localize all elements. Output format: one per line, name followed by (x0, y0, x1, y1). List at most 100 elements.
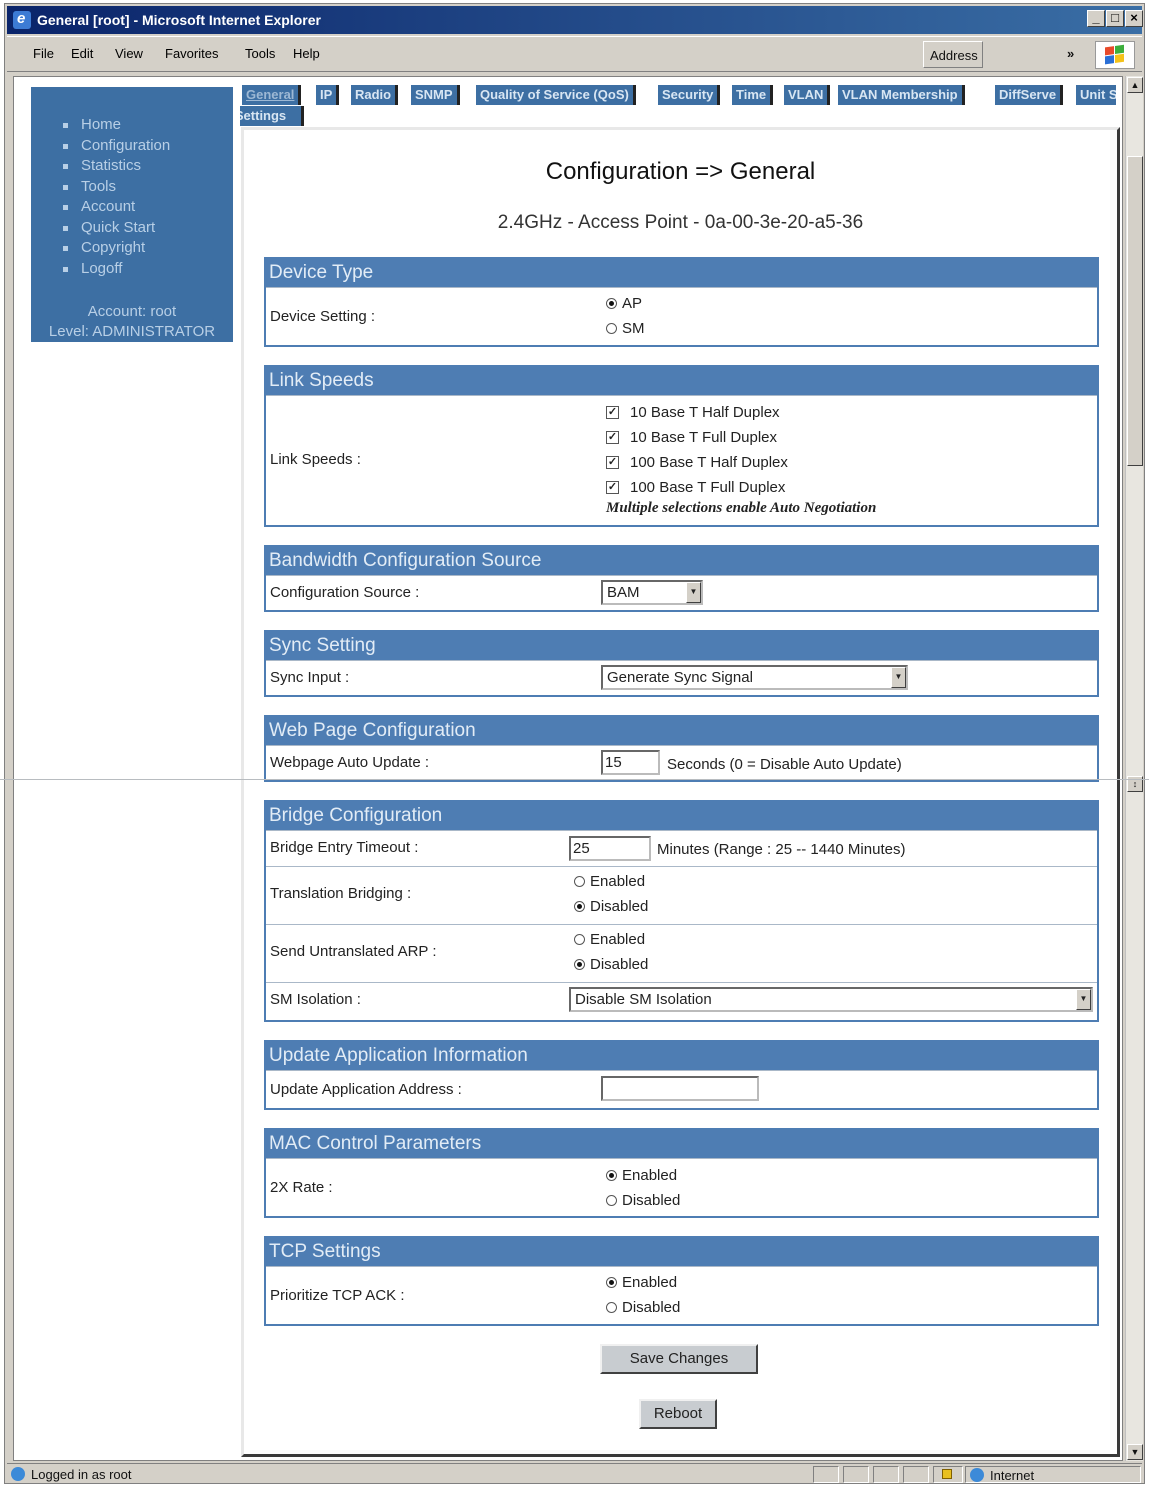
sidebar-item-quick-start[interactable]: Quick Start (59, 218, 170, 239)
menu-edit[interactable]: Edit (71, 46, 93, 61)
address-label[interactable]: Address (923, 41, 983, 68)
section-header: Link Speeds (266, 367, 1097, 395)
tab-security[interactable]: Security (658, 85, 721, 105)
radio-translation-enabled-button[interactable] (574, 876, 585, 887)
tab-vlan[interactable]: VLAN (784, 85, 831, 105)
radio-tcp-enabled[interactable]: Enabled (606, 1270, 680, 1295)
auto-update-unit: Seconds (0 = Disable Auto Update) (667, 756, 902, 773)
send-arp-label: Send Untranslated ARP : (270, 943, 437, 960)
radio-sm[interactable]: SM (606, 316, 645, 341)
checkbox-100-half-box[interactable]: ✓ (606, 456, 619, 469)
radio-arp-enabled-button[interactable] (574, 934, 585, 945)
menu-view[interactable]: View (115, 46, 143, 61)
close-button[interactable]: × (1125, 10, 1143, 27)
menu-tools[interactable]: Tools (245, 46, 275, 61)
radio-arp-disabled-button[interactable] (574, 959, 585, 970)
page-icon (11, 1467, 25, 1481)
radio-tcp-enabled-button[interactable] (606, 1277, 617, 1288)
sidebar-item-statistics[interactable]: Statistics (59, 156, 170, 177)
sidebar-item-home[interactable]: Home (59, 115, 170, 136)
scroll-down-icon[interactable]: ▼ (1127, 1444, 1143, 1460)
radio-translation-disabled[interactable]: Disabled (574, 894, 648, 919)
radio-tcp-disabled[interactable]: Disabled (606, 1295, 680, 1320)
checkbox-100-half[interactable]: ✓ 100 Base T Half Duplex (606, 450, 876, 475)
section-tcp: TCP Settings Prioritize TCP ACK : Enable… (264, 1236, 1099, 1326)
radio-sm-button[interactable] (606, 323, 617, 334)
chevron-down-icon[interactable]: ▼ (891, 667, 906, 688)
radio-arp-enabled[interactable]: Enabled (574, 927, 648, 952)
menu-bar: File Edit View Favorites Tools Help Addr… (7, 36, 1142, 72)
tab-unit-settings-part1[interactable]: Unit Settings (1076, 85, 1116, 105)
update-app-row: Update Application Address : (266, 1070, 1097, 1108)
title-bar: General [root] - Microsoft Internet Expl… (7, 6, 1143, 34)
section-update-app: Update Application Information Update Ap… (264, 1040, 1099, 1110)
checkbox-10-full-box[interactable]: ✓ (606, 431, 619, 444)
status-text: Logged in as root (31, 1467, 132, 1482)
maximize-button[interactable]: □ (1106, 10, 1124, 27)
sidebar-item-account[interactable]: Account (59, 197, 170, 218)
sync-input-label: Sync Input : (270, 669, 350, 686)
menu-file[interactable]: File (33, 46, 54, 61)
radio-tcp-disabled-button[interactable] (606, 1302, 617, 1313)
radio-translation-disabled-button[interactable] (574, 901, 585, 912)
scrollbar-thumb[interactable] (1127, 156, 1143, 466)
status-cell (843, 1466, 869, 1483)
checkbox-100-full[interactable]: ✓ 100 Base T Full Duplex (606, 475, 876, 500)
radio-translation-enabled[interactable]: Enabled (574, 869, 648, 894)
radio-label: Disabled (622, 1192, 681, 1209)
sidebar-item-configuration[interactable]: Configuration (59, 136, 170, 157)
menu-favorites[interactable]: Favorites (165, 46, 218, 61)
menu-help[interactable]: Help (293, 46, 320, 61)
tab-time[interactable]: Time (732, 85, 774, 105)
section-mac: MAC Control Parameters 2X Rate : Enabled… (264, 1128, 1099, 1218)
tab-unit-settings-part2[interactable]: Unit Settings (240, 106, 304, 126)
radio-ap[interactable]: AP (606, 291, 645, 316)
section-header: Bridge Configuration (266, 802, 1097, 830)
radio-2x-enabled-button[interactable] (606, 1170, 617, 1181)
auto-update-row: Webpage Auto Update : 15 Seconds (0 = Di… (266, 745, 1097, 780)
update-app-input[interactable] (601, 1076, 759, 1101)
checkbox-100-full-box[interactable]: ✓ (606, 481, 619, 494)
tab-radio[interactable]: Radio (351, 85, 399, 105)
reboot-button[interactable]: Reboot (639, 1399, 717, 1429)
tab-ip[interactable]: IP (316, 85, 340, 105)
sidebar-item-copyright[interactable]: Copyright (59, 238, 170, 259)
device-setting-row: Device Setting : AP SM (266, 287, 1097, 345)
sidebar-item-tools[interactable]: Tools (59, 177, 170, 198)
checkbox-10-half[interactable]: ✓ 10 Base T Half Duplex (606, 400, 876, 425)
tab-general[interactable]: General (242, 85, 302, 105)
section-webpage: Web Page Configuration Webpage Auto Upda… (264, 715, 1099, 782)
scroll-up-icon[interactable]: ▲ (1127, 77, 1143, 93)
page-subtitle: 2.4GHz - Access Point - 0a-00-3e-20-a5-3… (497, 212, 864, 233)
sidebar-item-logoff[interactable]: Logoff (59, 259, 170, 280)
chevron-down-icon[interactable]: ▼ (686, 582, 701, 603)
tab-snmp[interactable]: SNMP (411, 85, 460, 105)
radio-2x-disabled-button[interactable] (606, 1195, 617, 1206)
config-source-select[interactable]: BAM ▼ (601, 580, 703, 605)
checkbox-10-half-box[interactable]: ✓ (606, 406, 619, 419)
radio-label: Enabled (622, 1167, 678, 1184)
zone-cell: Internet (965, 1466, 1141, 1483)
radio-arp-disabled[interactable]: Disabled (574, 952, 648, 977)
minimize-button[interactable]: _ (1087, 10, 1105, 27)
toolbar-chevron[interactable]: » (1067, 46, 1074, 61)
tab-qos[interactable]: Quality of Service (QoS) (476, 85, 636, 105)
tab-diffserve[interactable]: DiffServe (995, 85, 1064, 105)
auto-update-input[interactable]: 15 (601, 750, 660, 775)
radio-2x-disabled[interactable]: Disabled (606, 1188, 680, 1213)
checkbox-10-full[interactable]: ✓ 10 Base T Full Duplex (606, 425, 876, 450)
radio-2x-enabled[interactable]: Enabled (606, 1163, 680, 1188)
sm-isolation-select[interactable]: Disable SM Isolation ▼ (569, 987, 1093, 1012)
sync-input-select[interactable]: Generate Sync Signal ▼ (601, 665, 908, 690)
bridge-timeout-input[interactable]: 25 (569, 836, 651, 861)
auto-update-label: Webpage Auto Update : (270, 754, 430, 771)
chevron-down-icon[interactable]: ▼ (1076, 989, 1091, 1010)
radio-ap-selected[interactable] (606, 298, 617, 309)
sidebar: Home Configuration Statistics Tools Acco… (31, 87, 233, 342)
radio-label: Enabled (590, 873, 646, 890)
account-name: Account: root (87, 303, 177, 320)
vertical-scrollbar[interactable]: ▲ ↕ ▼ (1125, 76, 1143, 1461)
save-changes-button[interactable]: Save Changes (600, 1344, 758, 1374)
radio-label: Disabled (590, 898, 649, 915)
tab-vlan-membership[interactable]: VLAN Membership (838, 85, 965, 105)
